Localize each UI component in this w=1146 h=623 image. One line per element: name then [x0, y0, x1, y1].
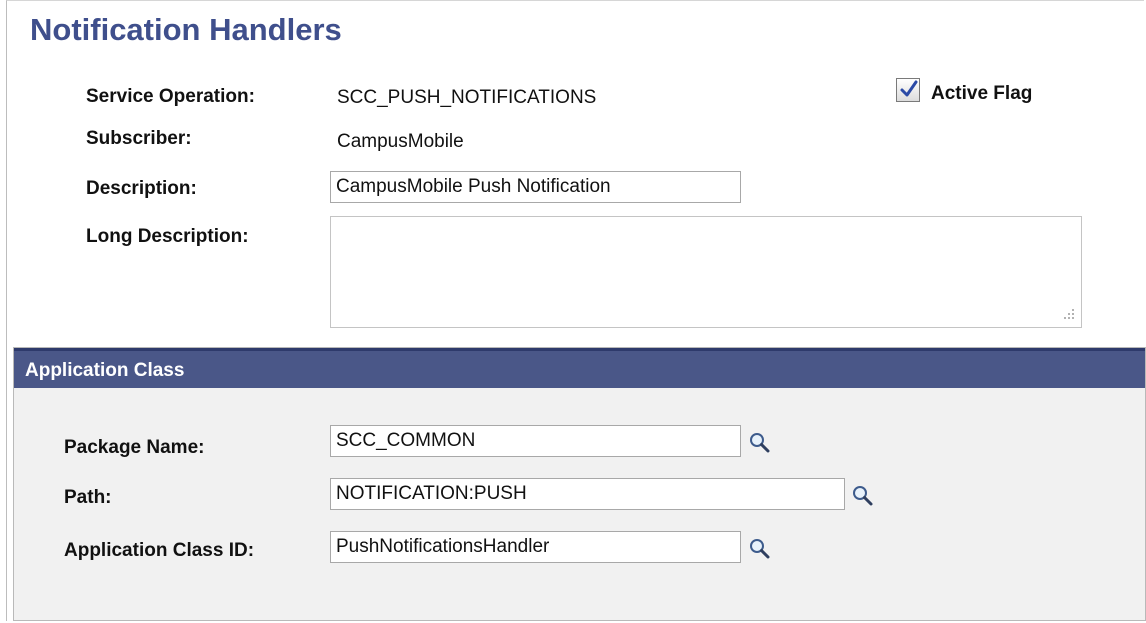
- package-name-label: Package Name:: [64, 437, 205, 458]
- path-lookup-icon[interactable]: [851, 484, 875, 508]
- section-header: Application Class: [14, 348, 1145, 388]
- package-name-lookup-icon[interactable]: [748, 431, 772, 455]
- long-description-textarea[interactable]: [330, 216, 1082, 328]
- application-class-id-lookup-icon[interactable]: [748, 537, 772, 561]
- service-operation-value: SCC_PUSH_NOTIFICATIONS: [337, 87, 597, 108]
- application-class-id-input[interactable]: PushNotificationsHandler: [330, 531, 741, 563]
- subscriber-label: Subscriber:: [86, 128, 192, 149]
- description-label: Description:: [86, 178, 197, 199]
- section-title: Application Class: [25, 360, 185, 381]
- active-flag-checkbox[interactable]: [896, 78, 920, 102]
- long-description-label: Long Description:: [86, 226, 249, 247]
- description-input[interactable]: CampusMobile Push Notification: [330, 171, 741, 203]
- active-flag-label: Active Flag: [931, 83, 1033, 104]
- subscriber-value: CampusMobile: [337, 131, 464, 152]
- page-title: Notification Handlers: [30, 12, 342, 47]
- resize-grip-icon[interactable]: [1061, 308, 1075, 322]
- path-input[interactable]: NOTIFICATION:PUSH: [330, 478, 845, 510]
- checkmark-icon: [900, 80, 918, 97]
- service-operation-label: Service Operation:: [86, 86, 255, 107]
- package-name-input[interactable]: SCC_COMMON: [330, 425, 741, 457]
- application-class-id-label: Application Class ID:: [64, 540, 255, 561]
- path-label: Path:: [64, 487, 112, 508]
